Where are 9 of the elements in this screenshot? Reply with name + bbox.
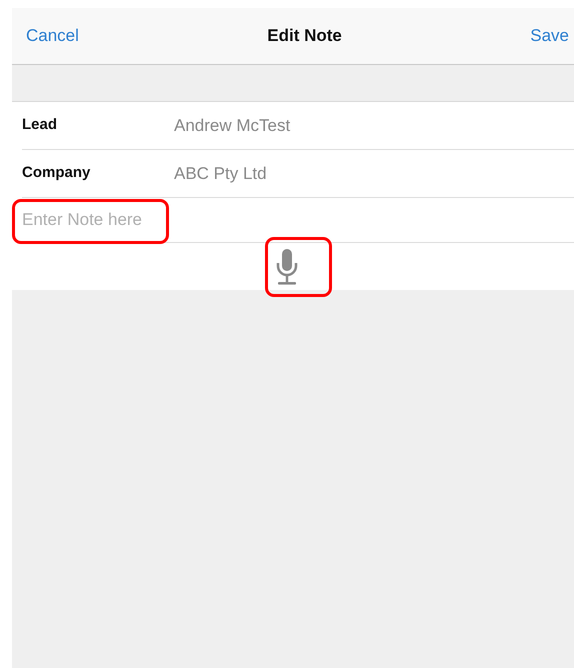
field-label: Company	[22, 163, 92, 184]
field-value: Andrew McTest	[174, 114, 290, 137]
nav-title: Edit Note	[267, 25, 342, 48]
field-value: ABC Pty Ltd	[174, 162, 267, 185]
microphone-icon[interactable]	[274, 246, 300, 286]
note-input[interactable]: Enter Note here	[22, 207, 574, 233]
save-button[interactable]: Save	[530, 23, 569, 49]
cancel-button[interactable]: Cancel	[26, 23, 79, 49]
field-label: Lead	[22, 115, 58, 136]
